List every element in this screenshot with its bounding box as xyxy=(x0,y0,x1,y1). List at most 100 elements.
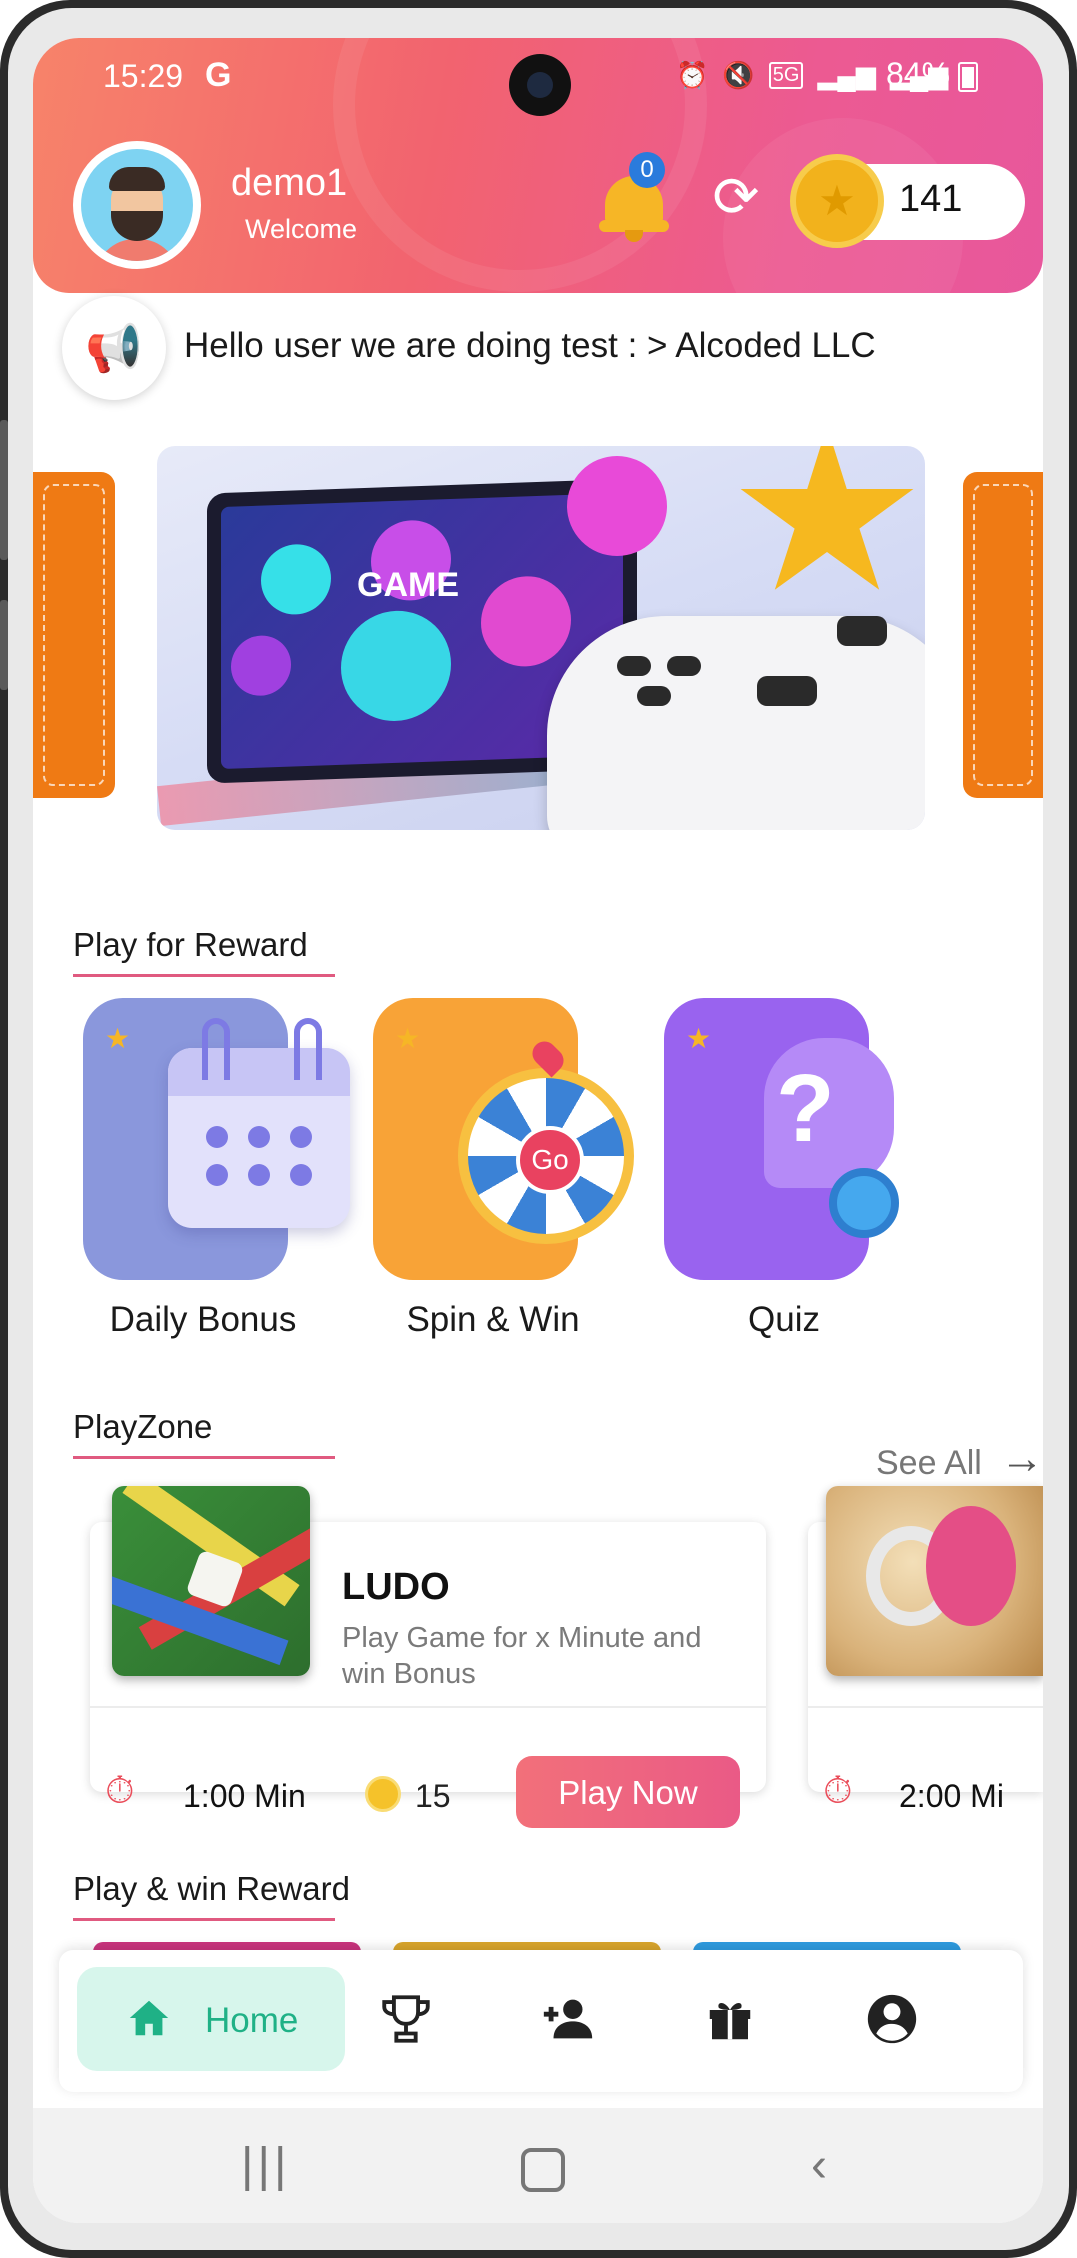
gamepad-button xyxy=(617,656,651,676)
avatar-beard xyxy=(111,211,163,241)
star-icon: ★ xyxy=(105,1023,131,1054)
camera-cutout xyxy=(509,54,571,116)
app-screen: 15:29 G ⏰ 🔇 5G ▂▄▆ ▂▄▆ 84% demo1 Welcome xyxy=(33,38,1043,2223)
megaphone-icon: 📢 xyxy=(62,296,166,400)
banner-next-card[interactable] xyxy=(963,472,1043,798)
star-icon: ★ xyxy=(686,1023,712,1054)
bubble-decoration xyxy=(231,634,291,697)
nav-item-label: Home xyxy=(205,2001,299,2040)
notification-badge: 0 xyxy=(629,152,665,188)
section-title-playzone: PlayZone xyxy=(73,1408,213,1445)
calendar-dot xyxy=(248,1164,270,1186)
bubble-decoration xyxy=(261,543,331,616)
section-title-play-for-reward: Play for Reward xyxy=(73,926,308,963)
carrom-piece xyxy=(926,1506,1016,1626)
home-icon xyxy=(129,2000,169,2036)
reward-tile-quiz[interactable]: ★ ? xyxy=(664,998,902,1280)
nav-item-home[interactable]: Home xyxy=(77,1967,345,2071)
calendar-header xyxy=(168,1048,350,1096)
trophy-svg xyxy=(382,1995,430,2043)
bottom-navigation: Home xyxy=(59,1950,1023,2092)
wheel-icon: Go xyxy=(458,1068,634,1244)
add-friend-icon[interactable] xyxy=(533,1984,603,2054)
coin-icon: ★ xyxy=(790,154,884,248)
see-all-link[interactable]: See All xyxy=(876,1444,982,1483)
welcome-text: Welcome xyxy=(245,214,358,244)
recent-apps-icon[interactable]: ||| xyxy=(241,2138,290,2193)
gamepad-illustration xyxy=(547,616,925,830)
play-now-button[interactable]: Play Now xyxy=(516,1756,740,1828)
calendar-dot xyxy=(290,1126,312,1148)
calendar-ring xyxy=(202,1018,230,1080)
game-description: Play Game for x Minute and win Bonus xyxy=(342,1622,702,1690)
banner-prev-card[interactable] xyxy=(33,472,115,798)
status-time: 15:29 xyxy=(103,58,184,94)
volume-button xyxy=(0,420,8,560)
google-icon: G xyxy=(205,56,232,94)
reward-tile-daily-bonus[interactable]: ★ xyxy=(83,998,350,1280)
section-underline xyxy=(73,1456,335,1459)
calendar-dot xyxy=(290,1164,312,1186)
question-mark-icon: ? xyxy=(776,1055,835,1162)
back-icon[interactable]: ‹ xyxy=(811,2138,827,2193)
card-divider xyxy=(808,1706,1043,1708)
avatar-hair xyxy=(109,167,165,191)
battery-status: 84% xyxy=(886,56,979,93)
game-title: LUDO xyxy=(342,1566,450,1608)
home-button-icon[interactable] xyxy=(521,2148,565,2192)
profile-svg xyxy=(867,1994,917,2044)
game-duration: 1:00 Min xyxy=(183,1778,306,1814)
timer-icon: ⏱ xyxy=(823,1770,853,1812)
reward-label: Quiz xyxy=(748,1300,820,1339)
battery-icon xyxy=(958,61,979,92)
trophy-icon[interactable] xyxy=(371,1984,441,2054)
card-divider xyxy=(90,1706,766,1708)
add-friend-svg xyxy=(543,1999,593,2039)
coin-star-icon: ★ xyxy=(818,177,856,224)
system-navigation-bar: ||| ‹ xyxy=(33,2108,1043,2223)
calendar-dot xyxy=(206,1126,228,1148)
avatar[interactable] xyxy=(73,141,201,269)
mute-icon: 🔇 xyxy=(722,60,755,90)
gamepad-stick xyxy=(837,616,887,646)
game-duration: 2:00 Mi xyxy=(899,1778,1004,1814)
5g-icon: 5G xyxy=(768,62,804,89)
section-underline xyxy=(73,974,335,977)
calendar-dot xyxy=(206,1164,228,1186)
star-icon: ★ xyxy=(395,1023,421,1054)
reward-label: Spin & Win xyxy=(406,1300,580,1339)
calendar-icon xyxy=(168,1018,350,1228)
reward-label: Daily Bonus xyxy=(109,1300,297,1339)
star-decoration xyxy=(740,446,914,590)
power-button xyxy=(0,600,8,690)
ludo-thumbnail[interactable] xyxy=(112,1486,310,1676)
refresh-icon[interactable]: ⟳ xyxy=(705,166,767,228)
arrow-right-icon[interactable]: → xyxy=(1000,1434,1043,1484)
gift-svg xyxy=(709,2002,751,2040)
coin-balance: 141 xyxy=(899,178,963,220)
avatar-image xyxy=(81,149,193,261)
timer-icon: ⏱ xyxy=(105,1770,135,1812)
bubble-decoration xyxy=(341,608,451,723)
gamepad-button xyxy=(667,656,701,676)
calendar-dot xyxy=(248,1126,270,1148)
game-reward-coins: 15 xyxy=(415,1778,451,1814)
battery-percent: 84% xyxy=(886,56,951,92)
stopwatch-icon xyxy=(829,1168,899,1238)
announcement-text: Hello user we are doing test : > Alcoded… xyxy=(184,326,876,365)
alarm-icon: ⏰ xyxy=(676,60,709,90)
banner-slide[interactable]: GAME xyxy=(157,446,925,830)
reward-tile-spin-win[interactable]: ★ Go xyxy=(373,998,634,1280)
bubble-decoration xyxy=(567,456,667,556)
carrom-thumbnail[interactable] xyxy=(826,1486,1043,1676)
bubble-decoration xyxy=(481,574,571,668)
gamepad-stick xyxy=(757,676,817,706)
coin-icon xyxy=(365,1776,401,1812)
avatar-body xyxy=(95,239,179,261)
wheel-go-label: Go xyxy=(516,1126,584,1194)
gamepad-button xyxy=(637,686,671,706)
profile-icon[interactable] xyxy=(857,1984,927,2054)
gift-icon[interactable] xyxy=(695,1984,765,2054)
banner-game-label: GAME xyxy=(357,566,459,604)
calendar-ring xyxy=(294,1018,322,1080)
